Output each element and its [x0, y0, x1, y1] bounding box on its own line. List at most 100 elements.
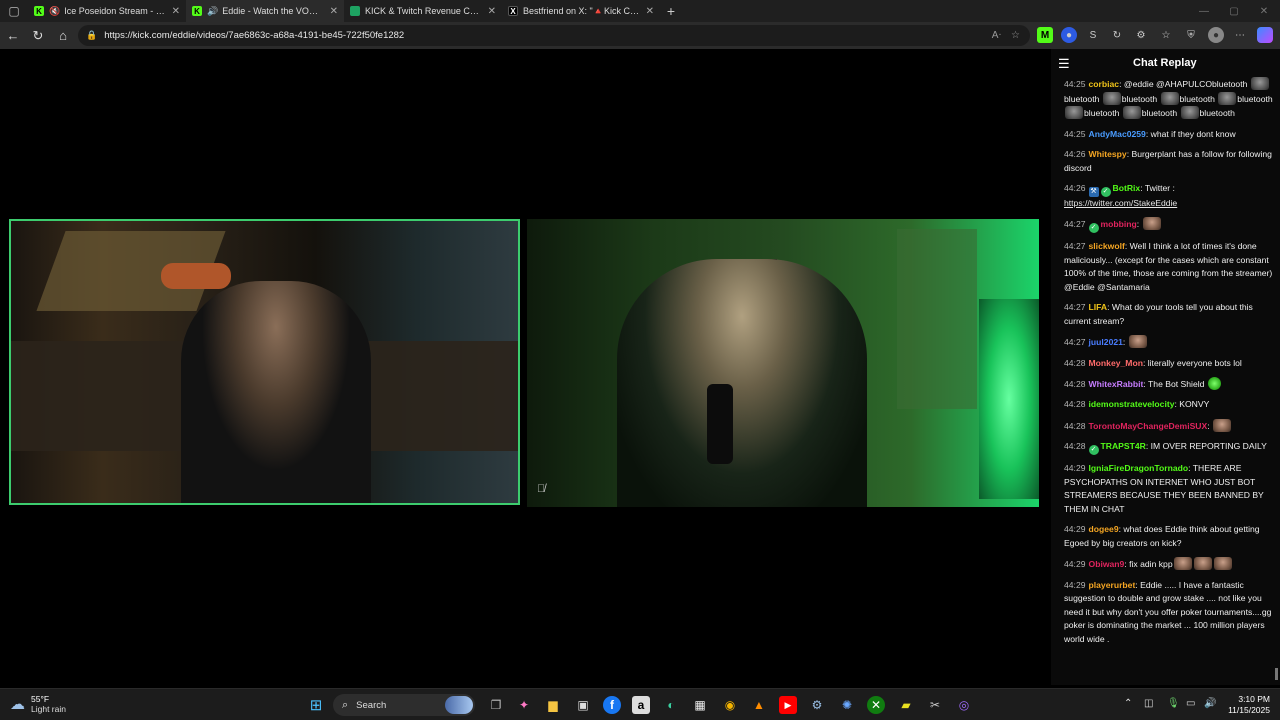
tray-chevron-icon[interactable]: ⌃	[1124, 698, 1132, 709]
favorites-icon[interactable]: ☆	[1158, 27, 1174, 43]
profile-avatar-icon[interactable]: ●	[1208, 27, 1224, 43]
copilot-app-icon[interactable]: ✦	[515, 696, 533, 714]
chat-link[interactable]: https://twitter.com/StakeEddie	[1064, 198, 1177, 208]
sync-icon[interactable]: ↻	[1109, 27, 1125, 43]
chat-username[interactable]: dogee9	[1089, 524, 1119, 534]
volume-icon[interactable]: 🔊	[1204, 698, 1216, 709]
file-explorer-icon[interactable]: ▆	[544, 696, 562, 714]
close-tab-icon[interactable]: ✕	[488, 6, 496, 17]
chat-username[interactable]: Whitespy	[1089, 149, 1127, 159]
collapse-chat-icon[interactable]: ☰	[1058, 56, 1070, 72]
microphone-icon[interactable]: 🎙	[1167, 698, 1180, 709]
chat-username[interactable]: AndyMac0259	[1089, 129, 1146, 139]
chat-text: IM OVER REPORTING DAILY	[1150, 441, 1267, 452]
chat-username[interactable]: IgniaFireDragonTornado	[1089, 463, 1189, 473]
snipping-tool-icon[interactable]: ✂	[926, 696, 944, 714]
shield-emote-icon	[1207, 377, 1221, 391]
chat-username[interactable]: TRAPST4R	[1101, 441, 1146, 451]
chat-username[interactable]: mobbing	[1101, 219, 1137, 229]
shield-icon[interactable]: ⛨	[1183, 27, 1199, 43]
close-tab-icon[interactable]: ✕	[330, 6, 338, 17]
tab-bestfriend-x[interactable]: X Bestfriend on X: "🔺Kick CEO Ed ✕	[502, 0, 660, 22]
chat-emote-icon	[1065, 106, 1083, 120]
speaker-icon[interactable]: 🔊	[207, 6, 218, 17]
system-clock[interactable]: 3:10 PM 11/15/2025	[1226, 694, 1270, 716]
new-tab-button[interactable]: +	[660, 0, 682, 22]
chat-timestamp: 44:29	[1064, 579, 1086, 590]
chat-message: 44:28 TorontoMayChangeDemiSUX:	[1064, 418, 1274, 434]
emote-name: bluetooth	[1237, 93, 1273, 104]
extension-circle-icon[interactable]: ●	[1061, 27, 1077, 43]
notes-icon[interactable]: ▰	[897, 696, 915, 714]
network-icon[interactable]: ▭	[1186, 698, 1195, 709]
obs-icon[interactable]: ◎	[955, 696, 973, 714]
chat-username[interactable]: Obiwan9	[1089, 559, 1125, 569]
video-player[interactable]: 🎙̸	[0, 49, 1048, 711]
copilot-icon[interactable]	[1257, 27, 1273, 43]
tab-eddie-vod[interactable]: K 🔊 Eddie - Watch the VOD on K ✕	[186, 0, 344, 22]
left-camera-feed	[9, 219, 520, 505]
chrome-icon[interactable]: ◉	[721, 696, 739, 714]
tab-label: KICK & Twitch Revenue Calculato	[365, 6, 482, 16]
address-bar[interactable]: 🔒 https://kick.com/eddie/videos/7ae6863c…	[78, 25, 1030, 46]
back-icon[interactable]: ←	[1, 24, 25, 48]
calculator-icon[interactable]: ▦	[691, 696, 709, 714]
more-menu-icon[interactable]: ⋯	[1232, 27, 1248, 43]
emote-name: bluetooth	[1179, 93, 1215, 104]
read-aloud-icon[interactable]: Aᐧ	[992, 30, 1001, 41]
chat-timestamp: 44:26	[1064, 182, 1086, 193]
extensions-icon[interactable]: ⚙	[1133, 27, 1149, 43]
chat-username[interactable]: playerurbet	[1089, 580, 1136, 590]
youtube-icon[interactable]: ▶	[779, 696, 797, 714]
url-text[interactable]: https://kick.com/eddie/videos/7ae6863c-a…	[104, 30, 992, 41]
extension-s-icon[interactable]: S	[1085, 27, 1101, 43]
chat-username[interactable]: TorontoMayChangeDemiSUX	[1089, 421, 1208, 431]
weather-widget[interactable]: ☁ 55°F Light rain	[10, 694, 66, 714]
maximize-icon[interactable]: ▢	[1218, 0, 1250, 22]
favorite-star-icon[interactable]: ☆	[1011, 30, 1020, 41]
chat-username[interactable]: LIFA	[1089, 302, 1108, 312]
tab-actions-icon[interactable]: ▢	[0, 0, 28, 22]
chat-username[interactable]: corbiac	[1089, 79, 1120, 89]
chat-username[interactable]: Monkey_Mon	[1089, 358, 1143, 368]
chat-message-list[interactable]: 44:25 corbiac: @eddie @AHAPULCObluetooth …	[1064, 77, 1274, 653]
home-icon[interactable]: ⌂	[51, 24, 75, 48]
close-tab-icon[interactable]: ✕	[172, 6, 180, 17]
muted-speaker-icon[interactable]: 🔇	[49, 6, 60, 17]
emote-name: bluetooth	[1121, 93, 1158, 104]
facebook-icon[interactable]: f	[603, 696, 621, 714]
tab-label: Ice Poseidon Stream - Watch	[64, 6, 165, 16]
chat-username[interactable]: idemonstratevelocity	[1089, 399, 1175, 409]
taskbar-search[interactable]: ⌕ Search	[333, 694, 475, 716]
chat-timestamp: 44:28	[1064, 399, 1086, 410]
chat-username[interactable]: BotRix	[1113, 183, 1141, 193]
close-window-icon[interactable]: ✕	[1248, 0, 1280, 22]
search-label: Search	[356, 699, 387, 711]
store-icon[interactable]: ▣	[574, 696, 592, 714]
steam-icon[interactable]: ⚙	[808, 696, 826, 714]
tab-ice-poseidon[interactable]: K 🔇 Ice Poseidon Stream - Watch ✕	[28, 0, 186, 22]
vlc-icon[interactable]: ▲	[750, 696, 768, 714]
lock-icon[interactable]: 🔒	[86, 30, 97, 41]
windows-start-icon[interactable]: ⊞	[307, 696, 325, 714]
chat-username[interactable]: WhitexRabbit	[1089, 379, 1144, 389]
amazon-icon[interactable]: a	[632, 696, 650, 714]
chat-username[interactable]: juul2021	[1089, 337, 1123, 347]
xbox-icon[interactable]: ✕	[867, 696, 885, 714]
tab-revenue-calculator[interactable]: KICK & Twitch Revenue Calculato ✕	[344, 0, 502, 22]
refresh-icon[interactable]: ↻	[26, 24, 50, 48]
edge-icon[interactable]: ◐	[662, 696, 680, 714]
task-view-icon[interactable]: ❐	[487, 696, 505, 714]
app-gear-icon[interactable]: ✺	[838, 696, 856, 714]
minimize-icon[interactable]: —	[1188, 0, 1220, 22]
close-tab-icon[interactable]: ✕	[646, 6, 654, 17]
chat-username[interactable]: slickwolf	[1089, 241, 1125, 251]
chat-scrollbar[interactable]	[1275, 668, 1278, 680]
chat-message: 44:27 juul2021:	[1064, 335, 1274, 350]
tray-app-icon[interactable]: ◫	[1144, 698, 1153, 709]
kick-extension-icon[interactable]: M	[1037, 27, 1053, 43]
verified-badge-icon: ✓	[1088, 445, 1099, 456]
chat-message: 44:27 slickwolf: Well I think a lot of ti…	[1064, 240, 1274, 294]
clock-date: 11/15/2025	[1228, 705, 1270, 715]
chat-text: The Bot Shield	[1148, 379, 1205, 390]
